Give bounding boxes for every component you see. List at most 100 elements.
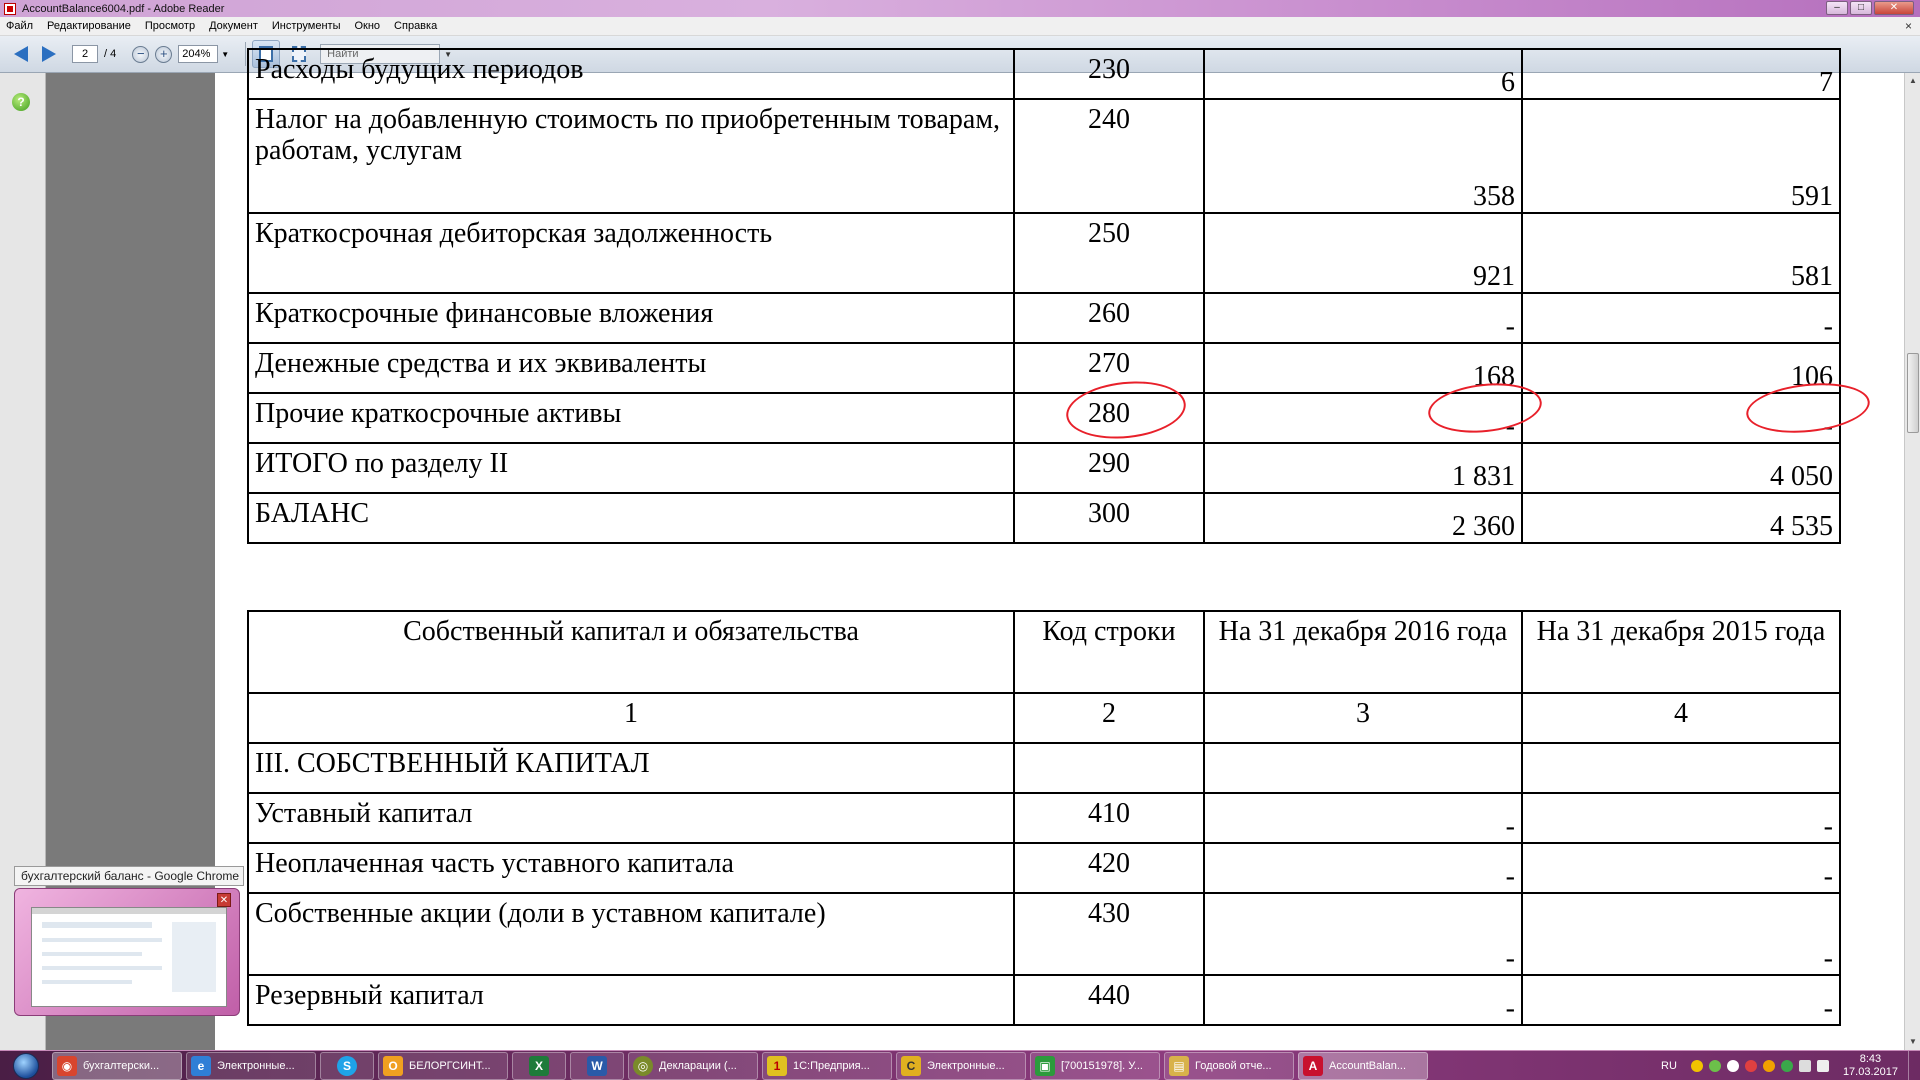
volume-icon[interactable] <box>1816 1060 1829 1072</box>
row-name: Краткосрочные финансовые вложения <box>247 292 1015 344</box>
header-name: Собственный капитал и обязательства <box>247 610 1015 694</box>
scroll-down-icon[interactable]: ▼ <box>1905 1034 1920 1050</box>
taskbar-item-700151978[interactable]: ▣ [700151978]. У... <box>1030 1051 1160 1080</box>
show-desktop-button[interactable] <box>1908 1051 1920 1080</box>
menu-document[interactable]: Документ <box>209 20 258 32</box>
row-name: Расходы будущих периодов <box>247 48 1015 100</box>
row-value-2016: - <box>1203 792 1523 844</box>
taskbar-item-skype[interactable]: S <box>320 1051 374 1080</box>
clock-time: 8:43 <box>1859 1053 1882 1065</box>
row-value-2015: - <box>1521 842 1841 894</box>
title-bar: AccountBalance6004.pdf - Adobe Reader – … <box>0 0 1920 17</box>
task-label: Годовой отче... <box>1195 1059 1272 1072</box>
window-thumbnail[interactable] <box>31 907 227 1007</box>
task-label: [700151978]. У... <box>1061 1059 1143 1072</box>
folder-icon: ▤ <box>1169 1055 1189 1076</box>
task-label: Электронные... <box>217 1059 295 1072</box>
section-title: III. СОБСТВЕННЫЙ КАПИТАЛ <box>247 742 1015 794</box>
tray-icon[interactable] <box>1780 1060 1793 1072</box>
row-name: ИТОГО по разделу II <box>247 442 1015 494</box>
row-name: Денежные средства и их эквиваленты <box>247 342 1015 394</box>
taskbar-item-ie[interactable]: e Электронные... <box>186 1051 316 1080</box>
network-icon[interactable] <box>1798 1060 1811 1072</box>
toolbar-separator <box>245 42 247 66</box>
emblem-icon: ◎ <box>633 1055 653 1076</box>
row-code: 290 <box>1013 442 1205 494</box>
app-icon: ▣ <box>1035 1055 1055 1076</box>
start-button[interactable] <box>6 1052 46 1080</box>
task-label: 1С:Предприя... <box>793 1059 870 1072</box>
taskbar-item-word[interactable]: W <box>570 1051 624 1080</box>
chrome-icon: ◉ <box>57 1055 77 1076</box>
row-code: 420 <box>1013 842 1205 894</box>
page-total: / 4 <box>104 48 117 60</box>
previous-page-button[interactable] <box>10 43 32 65</box>
maximize-button[interactable]: □ <box>1850 1 1872 15</box>
taskbar-item-electronic[interactable]: C Электронные... <box>896 1051 1026 1080</box>
taskbar-thumbnail-preview[interactable]: ✕ <box>14 888 240 1016</box>
header-2015: На 31 декабря 2015 года <box>1521 610 1841 694</box>
zoom-out-button[interactable]: − <box>132 45 150 63</box>
help-icon[interactable]: ? <box>12 93 30 111</box>
scroll-thumb[interactable] <box>1907 353 1919 433</box>
taskbar-item-excel[interactable]: X <box>512 1051 566 1080</box>
row-code: 300 <box>1013 492 1205 544</box>
taskbar-item-chrome[interactable]: ◉ бухгалтерски... <box>52 1051 182 1080</box>
row-value-2016: - <box>1203 974 1523 1026</box>
close-button[interactable]: ✕ <box>1874 1 1914 15</box>
row-value-2015: 7 <box>1521 48 1841 100</box>
table-row: Денежные средства и их эквиваленты 270 1… <box>247 342 1841 394</box>
taskbar-item-outlook[interactable]: O БЕЛОРГСИНТ... <box>378 1051 508 1080</box>
tray-icon[interactable] <box>1726 1060 1739 1072</box>
zoom-in-button[interactable]: + <box>155 45 173 63</box>
row-value-2015: 581 <box>1521 212 1841 294</box>
column-number: 1 <box>247 692 1015 744</box>
arrow-left-icon <box>14 46 28 62</box>
row-code: 440 <box>1013 974 1205 1026</box>
header-code: Код строки <box>1013 610 1205 694</box>
task-label: Декларации (... <box>659 1059 737 1072</box>
taskbar-item-1c[interactable]: 1 1С:Предприя... <box>762 1051 892 1080</box>
row-name: Прочие краткосрочные активы <box>247 392 1015 444</box>
tray-icon[interactable] <box>1690 1060 1703 1072</box>
row-value-2016: 2 360 <box>1203 492 1523 544</box>
row-name: Уставный капитал <box>247 792 1015 844</box>
close-icon[interactable]: ✕ <box>217 893 231 907</box>
vertical-scrollbar[interactable]: ▲ ▼ <box>1904 73 1920 1050</box>
minimize-button[interactable]: – <box>1826 1 1848 15</box>
taskbar-item-adobe-reader[interactable]: A AccountBalan... <box>1298 1051 1428 1080</box>
menu-view[interactable]: Просмотр <box>145 20 195 32</box>
row-code: 430 <box>1013 892 1205 976</box>
menu-window[interactable]: Окно <box>354 20 380 32</box>
outlook-icon: O <box>383 1055 403 1076</box>
menu-help[interactable]: Справка <box>394 20 437 32</box>
tray-icon[interactable] <box>1762 1060 1775 1072</box>
close-document-button[interactable]: × <box>1905 19 1912 33</box>
internet-explorer-icon: e <box>191 1055 211 1076</box>
table-row: БАЛАНС 300 2 360 4 535 <box>247 492 1841 544</box>
tray-icon[interactable] <box>1708 1060 1721 1072</box>
menu-edit[interactable]: Редактирование <box>47 20 131 32</box>
row-value-2016: - <box>1203 892 1523 976</box>
task-label: БЕЛОРГСИНТ... <box>409 1059 491 1072</box>
page-number-input[interactable]: 2 <box>72 45 98 63</box>
tray-icon[interactable] <box>1744 1060 1757 1072</box>
header-2016: На 31 декабря 2016 года <box>1203 610 1523 694</box>
clock[interactable]: 8:43 17.03.2017 <box>1843 1053 1898 1079</box>
row-code: 410 <box>1013 792 1205 844</box>
row-value-2016: 6 <box>1203 48 1523 100</box>
taskbar: ◉ бухгалтерски... e Электронные... S O Б… <box>0 1050 1920 1080</box>
edo-icon: C <box>901 1055 921 1076</box>
scroll-up-icon[interactable]: ▲ <box>1905 73 1920 89</box>
taskbar-item-declarations[interactable]: ◎ Декларации (... <box>628 1051 758 1080</box>
taskbar-item-folder[interactable]: ▤ Годовой отче... <box>1164 1051 1294 1080</box>
next-page-button[interactable] <box>38 43 60 65</box>
arrow-right-icon <box>42 46 56 62</box>
language-indicator[interactable]: RU <box>1661 1060 1677 1072</box>
menu-tools[interactable]: Инструменты <box>272 20 341 32</box>
zoom-input[interactable]: 204% <box>178 45 219 63</box>
system-tray: RU 8:43 17.03.2017 <box>1661 1051 1920 1080</box>
menu-file[interactable]: Файл <box>6 20 33 32</box>
zoom-dropdown-icon[interactable]: ▼ <box>221 50 229 59</box>
thumbnail-title: бухгалтерский баланс - Google Chrome <box>14 866 244 886</box>
